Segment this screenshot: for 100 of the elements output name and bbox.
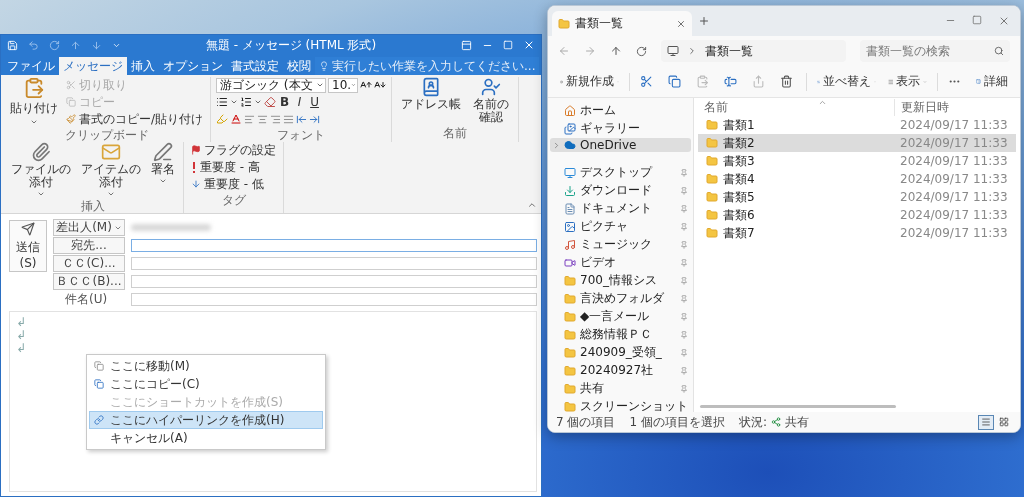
save-icon[interactable] bbox=[7, 39, 18, 51]
ribbon-tab[interactable]: 書式設定 bbox=[227, 57, 283, 75]
refresh-icon[interactable] bbox=[636, 45, 647, 57]
sort-button[interactable]: 並べ替え bbox=[812, 69, 880, 94]
text-style-button[interactable]: B bbox=[278, 94, 292, 110]
justify-icon[interactable] bbox=[283, 113, 295, 125]
details-view-button[interactable] bbox=[978, 414, 994, 430]
recipient-button[interactable]: 宛先... bbox=[53, 237, 125, 254]
send-button[interactable]: 送信(S) bbox=[9, 220, 47, 272]
ribbon-tab[interactable]: メッセージ bbox=[59, 57, 127, 75]
nav-item[interactable]: ピクチャ bbox=[550, 218, 691, 235]
nav-item[interactable]: ホーム bbox=[550, 102, 691, 119]
menu-item[interactable]: ここにハイパーリンクを作成(H) bbox=[89, 411, 323, 429]
nav-item[interactable]: 共有 bbox=[550, 380, 691, 397]
nav-item[interactable]: 20240927社 bbox=[550, 362, 691, 379]
redo-icon[interactable] bbox=[49, 39, 60, 51]
insert-button[interactable]: 署名 bbox=[148, 142, 178, 185]
column-header[interactable]: 名前 bbox=[698, 98, 894, 116]
collapse-ribbon-icon[interactable] bbox=[527, 200, 537, 210]
nav-item[interactable]: 総務情報ＰＣ bbox=[550, 326, 691, 343]
text-style-button[interactable]: I bbox=[293, 94, 307, 110]
ribbon-tab[interactable]: ファイル bbox=[3, 57, 59, 75]
new-tab-icon[interactable] bbox=[698, 15, 710, 27]
nav-item[interactable]: ギャラリー bbox=[550, 120, 691, 137]
font-name-field[interactable]: 游ゴシック (本文 bbox=[216, 77, 327, 93]
close-tab-icon[interactable] bbox=[676, 18, 686, 29]
nav-item[interactable]: スクリーンショット bbox=[550, 398, 691, 415]
text-style-button[interactable]: U bbox=[308, 94, 322, 110]
input-field[interactable] bbox=[131, 275, 537, 288]
close-icon[interactable] bbox=[523, 39, 535, 51]
view-button[interactable]: 表示 bbox=[883, 69, 932, 94]
search-field[interactable]: 書類一覧の検索 bbox=[860, 40, 1010, 62]
align-left-icon[interactable] bbox=[244, 113, 256, 125]
nav-item[interactable]: 言決めフォルダ bbox=[550, 290, 691, 307]
input-field[interactable] bbox=[131, 293, 537, 306]
insert-button[interactable]: ファイルの添付 bbox=[8, 142, 74, 198]
grow-font-icon[interactable] bbox=[360, 79, 373, 91]
back-icon[interactable] bbox=[558, 45, 570, 57]
eraser-icon[interactable] bbox=[264, 96, 277, 108]
arrow-up-icon[interactable] bbox=[70, 39, 81, 51]
expand-chevron-icon[interactable] bbox=[552, 140, 561, 150]
file-row[interactable]: 書類6 2024/09/17 11:33 bbox=[698, 206, 1016, 224]
font-color-icon[interactable] bbox=[230, 113, 243, 125]
ribbon-display-icon[interactable] bbox=[461, 39, 472, 51]
bullets-icon[interactable] bbox=[216, 96, 229, 108]
undo-icon[interactable] bbox=[28, 39, 39, 51]
tag-command[interactable]: 重要度 - 高 bbox=[189, 159, 278, 175]
forward-icon[interactable] bbox=[584, 45, 596, 57]
menu-item[interactable]: ここにコピー(C) bbox=[89, 375, 323, 393]
window-tab[interactable]: 書類一覧 bbox=[552, 11, 692, 36]
tell-me-field[interactable]: 実行したい作業を入力してください... bbox=[315, 57, 540, 75]
file-row[interactable]: 書類3 2024/09/17 11:33 bbox=[698, 152, 1016, 170]
file-row[interactable]: 書類7 2024/09/17 11:33 bbox=[698, 224, 1016, 242]
nav-item[interactable]: ビデオ bbox=[550, 254, 691, 271]
nav-item[interactable]: OneDrive bbox=[550, 138, 691, 152]
recipient-button[interactable]: ＣＣ(C)... bbox=[53, 255, 125, 272]
nav-item[interactable]: ダウンロード bbox=[550, 182, 691, 199]
nav-item[interactable]: ◆一言メール bbox=[550, 308, 691, 325]
details-button[interactable]: 詳細 bbox=[972, 69, 1012, 94]
input-field[interactable] bbox=[131, 257, 537, 270]
ribbon-tab[interactable]: 挿入 bbox=[127, 57, 159, 75]
tag-command[interactable]: 重要度 - 低 bbox=[189, 176, 278, 192]
ribbon-tab[interactable]: オプション bbox=[159, 57, 227, 75]
column-header[interactable]: 更新日時 bbox=[894, 98, 1016, 116]
ribbon-tab[interactable]: 校閲 bbox=[283, 57, 315, 75]
shrink-font-icon[interactable] bbox=[374, 79, 387, 91]
align-right-icon[interactable] bbox=[270, 113, 282, 125]
increase-indent-icon[interactable] bbox=[309, 113, 321, 125]
input-field[interactable] bbox=[131, 239, 537, 252]
clipboard-command[interactable]: 書式のコピー/貼り付け bbox=[64, 111, 206, 127]
breadcrumb-item[interactable]: 書類一覧 bbox=[705, 42, 753, 60]
file-row[interactable]: 書類1 2024/09/17 11:33 bbox=[698, 116, 1016, 134]
from-button[interactable]: 差出人(M) bbox=[53, 219, 125, 236]
nav-item[interactable]: ドキュメント bbox=[550, 200, 691, 217]
check-names-button[interactable]: 名前の確認 bbox=[469, 77, 514, 124]
menu-item[interactable]: ここに移動(M) bbox=[89, 357, 323, 375]
align-center-icon[interactable] bbox=[257, 113, 269, 125]
nav-item[interactable]: 700_情報シス bbox=[550, 272, 691, 289]
recipient-button[interactable]: ＢＣＣ(B)... bbox=[53, 273, 125, 290]
nav-item[interactable]: デスクトップ bbox=[550, 164, 691, 181]
file-row[interactable]: 書類4 2024/09/17 11:33 bbox=[698, 170, 1016, 188]
menu-item[interactable]: キャンセル(A) bbox=[89, 429, 323, 447]
paste-button[interactable]: 貼り付け bbox=[8, 77, 60, 126]
file-row[interactable]: 書類5 2024/09/17 11:33 bbox=[698, 188, 1016, 206]
decrease-indent-icon[interactable] bbox=[296, 113, 308, 125]
address-book-button[interactable]: アドレス帳 bbox=[397, 77, 466, 111]
maximize-icon[interactable] bbox=[972, 15, 982, 25]
file-row[interactable]: 書類2 2024/09/17 11:33 bbox=[698, 134, 1016, 152]
address-bar[interactable]: 書類一覧 bbox=[661, 40, 846, 62]
font-size-field[interactable]: 10. bbox=[328, 77, 359, 93]
tag-command[interactable]: フラグの設定 bbox=[189, 142, 278, 158]
new-button[interactable]: 新規作成 bbox=[556, 69, 623, 94]
arrow-down-icon[interactable] bbox=[91, 39, 102, 51]
insert-button[interactable]: アイテムの添付 bbox=[78, 142, 144, 198]
numbering-icon[interactable] bbox=[240, 96, 253, 108]
close-icon[interactable] bbox=[998, 15, 1010, 27]
scrollbar[interactable] bbox=[700, 405, 896, 408]
nav-item[interactable]: ミュージック bbox=[550, 236, 691, 253]
up-icon[interactable] bbox=[610, 45, 622, 57]
nav-item[interactable]: 240909_受領_ bbox=[550, 344, 691, 361]
